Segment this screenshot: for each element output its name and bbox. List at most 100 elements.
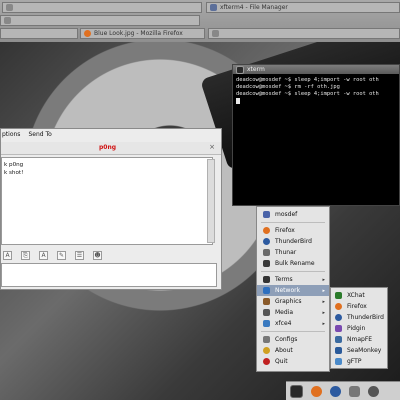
menu-item-label: Firefox (347, 303, 367, 310)
thunderbird-icon[interactable] (330, 385, 341, 397)
menu-item-network[interactable]: Network ▸ (257, 285, 329, 296)
submenu-item-firefox[interactable]: Firefox (331, 301, 387, 312)
window-icon (6, 4, 13, 11)
firefox-icon (84, 30, 91, 37)
taskbar-window-label: Blue Look.jpg - Mozilla Firefox (94, 30, 183, 37)
submenu-item-seamonkey[interactable]: SeaMonkey (331, 345, 387, 356)
config-icon (263, 336, 270, 343)
menu-item-label: Configs (275, 336, 298, 343)
terminal-window[interactable]: xterm deadcow@mosdef ~$ sleep 4;import -… (232, 64, 400, 206)
terminal-title: xterm (247, 66, 265, 73)
folder-icon[interactable] (349, 385, 360, 397)
menu-item-xfce4[interactable]: xfce4 ▸ (257, 318, 329, 329)
folder-icon (263, 249, 270, 256)
submenu-arrow-icon: ▸ (322, 276, 325, 283)
chat-menubar: ptions Send To (1, 129, 221, 139)
menu-item-label: NmapFE (347, 336, 373, 343)
menu-item-firefox[interactable]: Firefox (257, 225, 329, 236)
chat-input[interactable] (1, 263, 217, 287)
submenu-arrow-icon: ▸ (322, 298, 325, 305)
taskbar-window-1[interactable] (2, 2, 202, 13)
submenu-item-gftp[interactable]: gFTP (331, 356, 387, 367)
menu-options[interactable]: ptions (2, 131, 20, 138)
window-icon (4, 17, 11, 24)
menu-item-graphics[interactable]: Graphics ▸ (257, 296, 329, 307)
taskbar-window-label: xfterm4 - File Manager (220, 4, 288, 11)
submenu-arrow-icon: ▸ (322, 309, 325, 316)
menu-item-terms[interactable]: Terms ▸ (257, 274, 329, 285)
thunderbird-icon (263, 238, 270, 245)
quit-icon (263, 358, 270, 365)
terminal-output[interactable]: deadcow@mosdef ~$ sleep 4;import -w root… (233, 74, 399, 109)
menu-separator (261, 222, 325, 223)
menu-item-quit[interactable]: Quit (257, 356, 329, 367)
xfce-icon (263, 320, 270, 327)
submenu-item-pidgin[interactable]: Pidgin (331, 323, 387, 334)
rename-icon (263, 260, 270, 267)
launcher-panel (286, 381, 400, 400)
copy-icon[interactable]: ⎘ (21, 250, 30, 260)
close-icon[interactable]: × (209, 143, 215, 151)
taskbar-window-2[interactable]: xfterm4 - File Manager (206, 2, 400, 13)
menu-item-configs[interactable]: Configs (257, 334, 329, 345)
menu-item-bulk-rename[interactable]: Bulk Rename (257, 258, 329, 269)
menu-item-about[interactable]: About (257, 345, 329, 356)
menu-send-to[interactable]: Send To (28, 131, 51, 138)
terminal-line: deadcow@mosdef ~$ sleep 4;import -w root… (236, 77, 379, 83)
menu-item-label: mosdef (275, 211, 298, 218)
chat-tab-title[interactable]: p0ng (99, 144, 116, 151)
submenu-item-xchat[interactable]: XChat (331, 290, 387, 301)
list-icon[interactable]: ☰ (75, 250, 84, 260)
graphics-icon (263, 298, 270, 305)
taskbar-window-3[interactable] (0, 15, 200, 26)
menu-item-label: XChat (347, 292, 365, 299)
menu-item-label: gFTP (347, 358, 362, 365)
taskbar-window-5[interactable] (208, 28, 400, 39)
taskbar-window-firefox[interactable]: Blue Look.jpg - Mozilla Firefox (80, 28, 205, 39)
terminal-icon (263, 276, 270, 283)
menu-item-mosdef[interactable]: mosdef (257, 209, 329, 220)
menu-item-label: Network (275, 287, 301, 294)
chat-tab-bar: p0ng × (1, 142, 221, 155)
menu-item-label: About (275, 347, 293, 354)
menu-item-label: Quit (275, 358, 288, 365)
firefox-icon[interactable] (311, 385, 322, 397)
terminal-titlebar[interactable]: xterm (233, 65, 399, 74)
chat-format-toolbar: A ⎘ A ✎ ☰ ☻ (1, 249, 221, 261)
seamonkey-icon (335, 347, 342, 354)
submenu-item-nmapfe[interactable]: NmapFE (331, 334, 387, 345)
menu-item-label: Pidgin (347, 325, 366, 332)
media-icon (263, 309, 270, 316)
firefox-icon (335, 303, 342, 310)
firefox-icon (263, 227, 270, 234)
chat-log[interactable]: k p0ng k shot! (1, 157, 213, 245)
submenu-arrow-icon: ▸ (322, 287, 325, 294)
smiley-icon[interactable]: ☻ (93, 250, 102, 260)
chat-scrollbar[interactable] (207, 159, 215, 243)
menu-item-thunderbird[interactable]: ThunderBird (257, 236, 329, 247)
menu-separator (261, 331, 325, 332)
terminal-line: deadcow@mosdef ~$ sleep 4;import -w root… (236, 91, 379, 97)
chat-window[interactable]: ptions Send To p0ng × k p0ng k shot! A ⎘… (0, 128, 222, 290)
menu-separator (261, 271, 325, 272)
thunderbird-icon (335, 314, 342, 321)
network-icon (263, 287, 270, 294)
text-color-icon[interactable]: A (39, 250, 48, 260)
menu-item-label: Thunar (275, 249, 297, 256)
xchat-icon (335, 292, 342, 299)
file-manager-icon (210, 4, 217, 11)
brush-icon[interactable]: ✎ (57, 250, 66, 260)
settings-icon[interactable] (368, 385, 379, 397)
app-menu: mosdef Firefox ThunderBird Thunar Bulk R… (256, 206, 330, 372)
nmap-icon (335, 336, 342, 343)
terminal-icon[interactable] (290, 384, 303, 398)
menu-item-media[interactable]: Media ▸ (257, 307, 329, 318)
font-icon[interactable]: A (3, 250, 12, 260)
network-submenu: XChat Firefox ThunderBird Pidgin NmapFE … (330, 287, 388, 369)
taskbar-window-6[interactable] (0, 28, 78, 39)
menu-item-thunar[interactable]: Thunar (257, 247, 329, 258)
submenu-item-thunderbird[interactable]: ThunderBird (331, 312, 387, 323)
about-icon (263, 347, 270, 354)
window-icon (212, 30, 219, 37)
menu-item-label: ThunderBird (347, 314, 384, 321)
